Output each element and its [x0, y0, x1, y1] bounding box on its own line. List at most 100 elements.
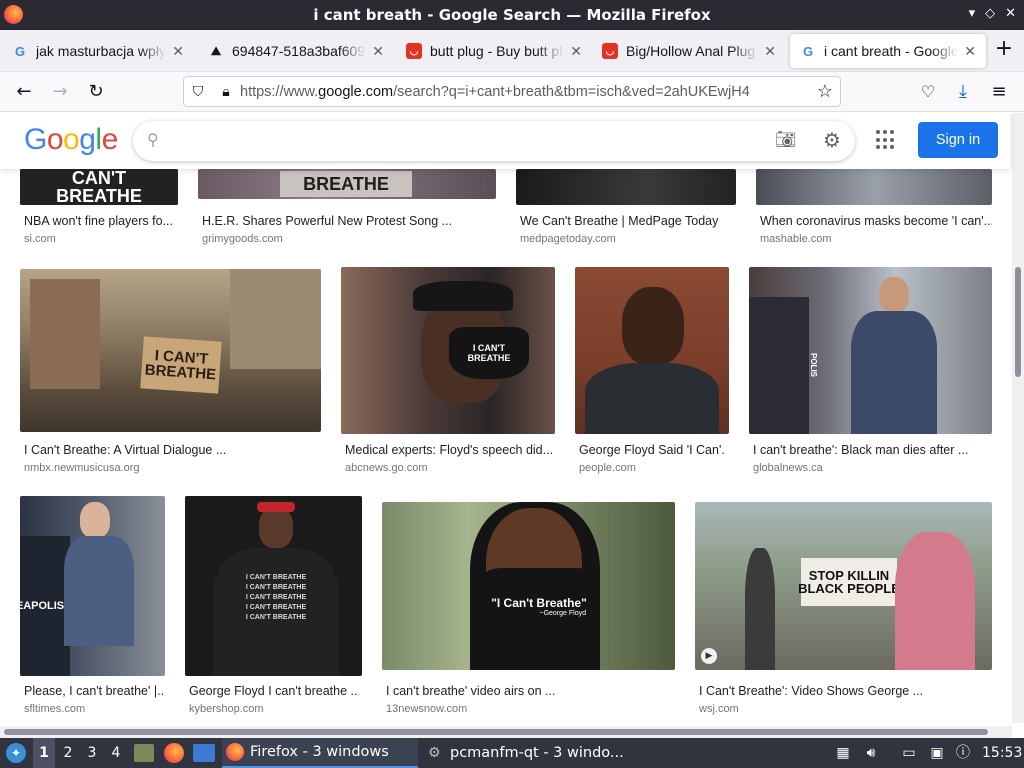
result-image[interactable]: I CAN'T BREATHE I CAN'T BREATHE I CAN'T …	[185, 496, 362, 676]
close-tab-icon[interactable]: ✕	[172, 43, 184, 60]
desktop-launcher-icon[interactable]	[193, 744, 215, 762]
result-caption[interactable]: I Can't Breathe': Video Shows George ...	[699, 684, 989, 698]
result-domain[interactable]: mashable.com	[760, 233, 832, 245]
search-input[interactable]	[177, 129, 777, 153]
result-caption[interactable]: Medical experts: Floyd's speech did...	[345, 443, 555, 457]
tab-4[interactable]: ◡ Big/Hollow Anal Plug ✕	[592, 34, 786, 68]
result-image[interactable]: BREATHE	[198, 169, 496, 199]
aliexpress-bag-icon: ◡	[602, 43, 618, 59]
result-image[interactable]: STOP KILLIN BLACK PEOPLE ▶	[695, 502, 992, 670]
result-image[interactable]	[756, 169, 992, 205]
result-image[interactable]: POLIS	[749, 267, 992, 434]
result-image[interactable]: EAPOLIS	[20, 496, 165, 676]
maximize-button[interactable]: ◇	[985, 6, 995, 21]
result-caption[interactable]: George Floyd Said 'I Can'...	[579, 443, 725, 457]
lock-icon[interactable]: 🔒︎	[212, 83, 240, 100]
window-title: i cant breath - Google Search — Mozilla …	[313, 6, 711, 24]
result-caption[interactable]: I can't breathe': Black man dies after .…	[753, 443, 989, 457]
result-caption[interactable]: NBA won't fine players fo...	[24, 214, 180, 228]
result-domain[interactable]: nmbx.newmusicusa.org	[24, 462, 140, 474]
close-tab-icon[interactable]: ✕	[372, 43, 384, 60]
window-controls: ▾ ◇ ✕	[969, 6, 1016, 21]
tracking-shield-icon[interactable]: ⛉	[184, 83, 212, 100]
face-shape	[259, 506, 293, 548]
close-tab-icon[interactable]: ✕	[964, 43, 976, 60]
result-caption[interactable]: We Can't Breathe | MedPage Today	[520, 214, 740, 228]
result-domain[interactable]: kybershop.com	[189, 703, 264, 715]
clock[interactable]: 15:53	[982, 738, 1022, 768]
result-domain[interactable]: globalnews.ca	[753, 462, 823, 474]
file-manager-launcher-icon[interactable]	[134, 744, 154, 762]
pocket-icon[interactable]: ♡	[916, 80, 940, 104]
taskbar-window-label: Firefox - 3 windows	[250, 744, 389, 760]
url-bar[interactable]: ⛉ 🔒︎ https://www.google.com/search?q=i+c…	[183, 76, 841, 107]
tab-5-active[interactable]: G i cant breath - Google Search ✕	[790, 34, 986, 68]
google-apps-icon[interactable]	[876, 130, 896, 150]
system-taskbar: ✦ 1 2 3 4 Firefox - 3 windows ⚙ pcmanfm-…	[0, 738, 1024, 768]
result-caption[interactable]: When coronavirus masks become 'I can'...	[760, 214, 992, 228]
tab-3[interactable]: ◡ butt plug - Buy butt plug ✕	[396, 34, 592, 68]
close-tab-icon[interactable]: ✕	[764, 43, 776, 60]
google-logo[interactable]: Google	[24, 123, 118, 157]
volume-icon[interactable]: 🔊︎	[862, 744, 880, 762]
result-caption[interactable]: I Can't Breathe: A Virtual Dialogue ...	[24, 443, 320, 457]
workspace-3[interactable]: 3	[81, 738, 103, 768]
result-image[interactable]: "I Can't Breathe" ~George Floyd	[382, 502, 675, 670]
result-domain[interactable]: grimygoods.com	[202, 233, 283, 245]
taskbar-window-pcmanfm[interactable]: ⚙ pcmanfm-qt - 3 windo...	[424, 738, 624, 768]
result-domain[interactable]: medpagetoday.com	[520, 233, 616, 245]
result-domain[interactable]: people.com	[579, 462, 636, 474]
minimize-button[interactable]: ▾	[969, 6, 976, 21]
image-sign-text: POLIS	[809, 352, 818, 377]
reload-button[interactable]: ↻	[84, 80, 108, 104]
start-menu-icon[interactable]: ✦	[6, 743, 26, 763]
scrollbar-thumb[interactable]	[1015, 267, 1021, 377]
result-caption[interactable]: I can't breathe' video airs on ...	[386, 684, 672, 698]
downloads-icon[interactable]: ⤓	[951, 80, 975, 104]
workspace-4[interactable]: 4	[105, 738, 127, 768]
back-button[interactable]: ←	[12, 80, 36, 104]
workspace-2[interactable]: 2	[57, 738, 79, 768]
forward-button[interactable]: →	[48, 80, 72, 104]
taskbar-window-firefox[interactable]: Firefox - 3 windows	[222, 738, 418, 768]
workspace-1[interactable]: 1	[33, 738, 55, 768]
settings-gear-icon[interactable]: ⚙	[823, 128, 841, 152]
display-icon[interactable]: ▣	[928, 744, 946, 762]
tab-label: Big/Hollow Anal Plug	[626, 43, 756, 59]
url-text[interactable]: https://www.google.com/search?q=i+cant+b…	[240, 84, 810, 100]
close-tab-icon[interactable]: ✕	[570, 43, 582, 60]
camera-search-icon[interactable]: 📷︎	[775, 130, 797, 150]
result-domain[interactable]: si.com	[24, 233, 56, 245]
vertical-scrollbar[interactable]	[1012, 113, 1024, 723]
building-shape	[230, 269, 321, 369]
result-caption[interactable]: Please, I can't breathe' |...	[24, 684, 164, 698]
result-image[interactable]: I CAN'T BREATHE	[341, 267, 555, 434]
new-tab-button[interactable]: +	[992, 38, 1016, 62]
clipboard-icon[interactable]: ▭	[900, 744, 918, 762]
result-caption[interactable]: H.E.R. Shares Powerful New Protest Song …	[202, 214, 498, 228]
result-domain[interactable]: 13newsnow.com	[386, 703, 467, 715]
sign-in-button[interactable]: Sign in	[918, 122, 998, 158]
result-image[interactable]	[516, 169, 736, 205]
menu-hamburger-icon[interactable]: ≡	[987, 80, 1011, 104]
result-domain[interactable]: wsj.com	[699, 703, 739, 715]
result-domain[interactable]: abcnews.go.com	[345, 462, 428, 474]
result-caption[interactable]: George Floyd I can't breathe ...	[189, 684, 359, 698]
play-video-icon[interactable]: ▶	[701, 648, 717, 664]
result-image[interactable]	[575, 267, 729, 434]
tab-1[interactable]: G jak masturbacja wpływa ✕	[2, 34, 194, 68]
bookmark-star-icon[interactable]: ☆	[810, 81, 840, 102]
close-window-button[interactable]: ✕	[1005, 6, 1016, 21]
scrollbar-thumb[interactable]	[4, 729, 988, 735]
result-domain[interactable]: sfltimes.com	[24, 703, 85, 715]
gear-icon: ⚙	[428, 745, 441, 761]
image-sign-text: EAPOLIS	[20, 599, 65, 612]
horizontal-scrollbar[interactable]	[0, 726, 1012, 738]
result-image[interactable]: CAN'T BREATHE	[20, 169, 178, 205]
update-notifier-icon[interactable]: ⓘ	[954, 744, 972, 762]
firefox-launcher-icon[interactable]	[164, 743, 184, 763]
building-shape	[30, 279, 100, 389]
tab-2[interactable]: ⛰ 694847-518a3baf609 ✕	[198, 34, 394, 68]
keyboard-indicator-icon[interactable]: ▦	[834, 744, 852, 762]
result-image[interactable]: I CAN'T BREATHE	[20, 269, 321, 432]
